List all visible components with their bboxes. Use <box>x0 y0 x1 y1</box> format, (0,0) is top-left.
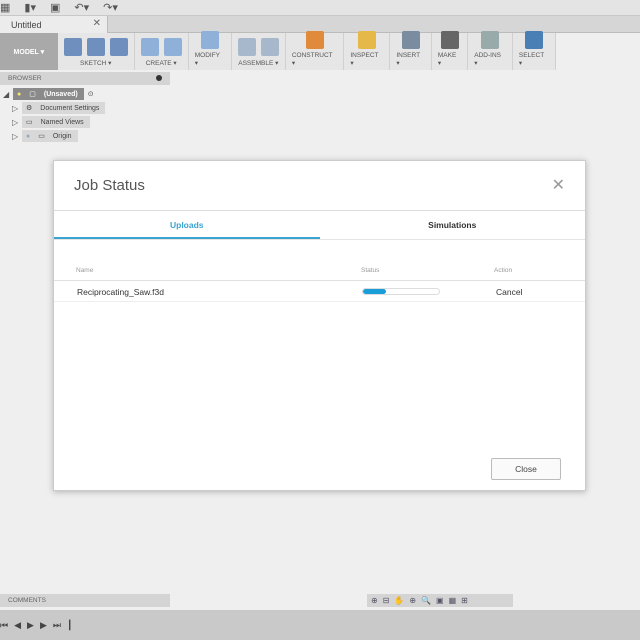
tab-untitled[interactable]: Untitled ✕ <box>0 16 108 33</box>
toolbar-group-insert[interactable]: INSERT ▾ <box>390 31 432 70</box>
tree-item-origin[interactable]: ▷ ● ▭ Origin <box>12 130 78 142</box>
tool-icon[interactable] <box>357 31 376 49</box>
group-label[interactable]: CONSTRUCT ▾ <box>292 52 338 67</box>
toolbar-group-add-ins[interactable]: ADD-INS ▾ <box>468 31 513 70</box>
tool-icon[interactable] <box>63 38 82 56</box>
upload-progress-bar <box>362 288 440 295</box>
folder-icon: ▭ <box>38 133 45 140</box>
tool-icon[interactable] <box>481 31 500 49</box>
group-label[interactable]: SELECT ▾ <box>519 52 549 67</box>
fit-icon[interactable]: 🔍 <box>421 596 431 605</box>
toolbar-group-make[interactable]: MAKE ▾ <box>432 31 469 70</box>
tool-icon[interactable] <box>524 31 543 49</box>
tool-icon[interactable] <box>200 31 219 49</box>
job-status-dialog: Job Status ✕ Uploads Simulations Name St… <box>53 160 586 491</box>
dialog-title: Job Status <box>74 177 145 194</box>
tool-icon[interactable] <box>401 31 420 49</box>
timeline: ⏮ ◀ ▶ ▶ ⏭ ┃ <box>0 610 640 640</box>
root-label: (Unsaved) <box>43 90 78 98</box>
comments-title: COMMENTS <box>8 597 46 604</box>
toolbar-group-create[interactable]: CREATE ▾ <box>135 33 189 70</box>
pin-icon[interactable] <box>156 75 162 81</box>
tool-icon[interactable] <box>237 38 256 56</box>
timeline-marker[interactable]: ┃ <box>67 620 72 631</box>
tool-icon[interactable] <box>86 38 105 56</box>
tool-icon[interactable] <box>305 31 324 49</box>
look-at-icon[interactable]: ⊟ <box>383 596 390 605</box>
activate-icon[interactable]: ⊙ <box>88 90 94 98</box>
undo-icon[interactable]: ↶▾ <box>74 1 89 14</box>
toolbar-group-select[interactable]: SELECT ▾ <box>513 31 556 70</box>
pan-icon[interactable]: ✋ <box>394 596 404 605</box>
close-icon[interactable]: ✕ <box>552 175 565 195</box>
column-header-name: Name <box>76 267 94 274</box>
tool-icon[interactable] <box>440 31 459 49</box>
progress-fill <box>363 289 386 294</box>
column-header-action: Action <box>494 267 513 274</box>
toolbar-group-sketch[interactable]: SKETCH ▾ <box>58 33 135 70</box>
navigation-bar: ⊕ ⊟ ✋ ⊕ 🔍 ▣ ▦ ⊞ <box>367 594 513 607</box>
tool-icon[interactable] <box>109 38 128 56</box>
tool-icon[interactable] <box>260 38 279 56</box>
close-button[interactable]: Close <box>491 458 561 480</box>
quick-access-bar: ▦ ▮▾ ▣ ↶▾ ↷▾ <box>0 0 640 16</box>
browser-panel-header[interactable]: BROWSER <box>0 72 170 85</box>
tree-root[interactable]: ◢ ● ▢ (Unsaved) ⊙ <box>3 88 94 100</box>
file-name: Reciprocating_Saw.f3d <box>77 287 164 297</box>
item-label: Document Settings <box>40 104 100 112</box>
item-label: Named Views <box>40 118 84 126</box>
tree-item-document-settings[interactable]: ▷ ⚙ Document Settings <box>12 102 106 114</box>
group-label[interactable]: INSPECT ▾ <box>350 52 383 67</box>
save-icon[interactable]: ▣ <box>50 1 60 14</box>
next-icon[interactable]: ▶ <box>40 620 47 631</box>
group-label[interactable]: CREATE ▾ <box>146 59 177 67</box>
workspace-switcher[interactable]: MODEL ▾ <box>0 33 58 70</box>
tab-simulations[interactable]: Simulations <box>320 211 586 239</box>
orbit-icon[interactable]: ⊕ <box>371 596 378 605</box>
last-icon[interactable]: ⏭ <box>53 620 61 631</box>
tool-icon[interactable] <box>140 38 159 56</box>
close-tab-icon[interactable]: ✕ <box>93 18 101 29</box>
toolbar-group-modify[interactable]: MODIFY ▾ <box>189 31 232 70</box>
tree-item-named-views[interactable]: ▷ ▭ Named Views <box>12 116 90 128</box>
table-row: Reciprocating_Saw.f3d Cancel <box>54 280 585 302</box>
lightbulb-icon[interactable]: ● <box>26 133 30 140</box>
toolbar: MODEL ▾ SKETCH ▾ CREATE ▾ MODIFY ▾ ASSEMBLE… <box>0 31 556 70</box>
redo-icon[interactable]: ↷▾ <box>103 1 118 14</box>
group-label[interactable]: SKETCH ▾ <box>80 59 111 67</box>
tab-label: Untitled <box>11 19 42 30</box>
item-label: Origin <box>52 132 72 140</box>
lightbulb-icon[interactable]: ● <box>17 91 21 98</box>
toolbar-group-assemble[interactable]: ASSEMBLE ▾ <box>232 33 286 70</box>
first-icon[interactable]: ⏮ <box>0 620 8 631</box>
group-label[interactable]: MAKE ▾ <box>438 52 461 67</box>
browser-title: BROWSER <box>8 75 42 82</box>
toolbar-group-inspect[interactable]: INSPECT ▾ <box>344 31 391 70</box>
column-header-status: Status <box>361 267 380 274</box>
gear-icon: ⚙ <box>26 105 33 112</box>
folder-icon: ▭ <box>26 119 33 126</box>
group-label[interactable]: MODIFY ▾ <box>195 52 225 67</box>
comments-panel[interactable]: COMMENTS <box>0 594 170 607</box>
tab-uploads[interactable]: Uploads <box>54 211 320 239</box>
grid-icon[interactable]: ▦ <box>449 596 457 605</box>
viewports-icon[interactable]: ⊞ <box>461 596 468 605</box>
zoom-icon[interactable]: ⊕ <box>409 596 416 605</box>
tool-icon[interactable] <box>163 38 182 56</box>
component-icon: ▢ <box>29 91 36 98</box>
group-label[interactable]: ADD-INS ▾ <box>474 52 506 67</box>
prev-icon[interactable]: ◀ <box>14 620 21 631</box>
grid-icon[interactable]: ▦ <box>0 1 10 14</box>
cancel-upload-link[interactable]: Cancel <box>496 287 522 297</box>
group-label[interactable]: INSERT ▾ <box>396 52 425 67</box>
display-icon[interactable]: ▣ <box>436 596 444 605</box>
play-icon[interactable]: ▶ <box>27 620 34 631</box>
file-icon[interactable]: ▮▾ <box>24 1 36 14</box>
toolbar-group-construct[interactable]: CONSTRUCT ▾ <box>286 31 345 70</box>
group-label[interactable]: ASSEMBLE ▾ <box>238 59 278 67</box>
